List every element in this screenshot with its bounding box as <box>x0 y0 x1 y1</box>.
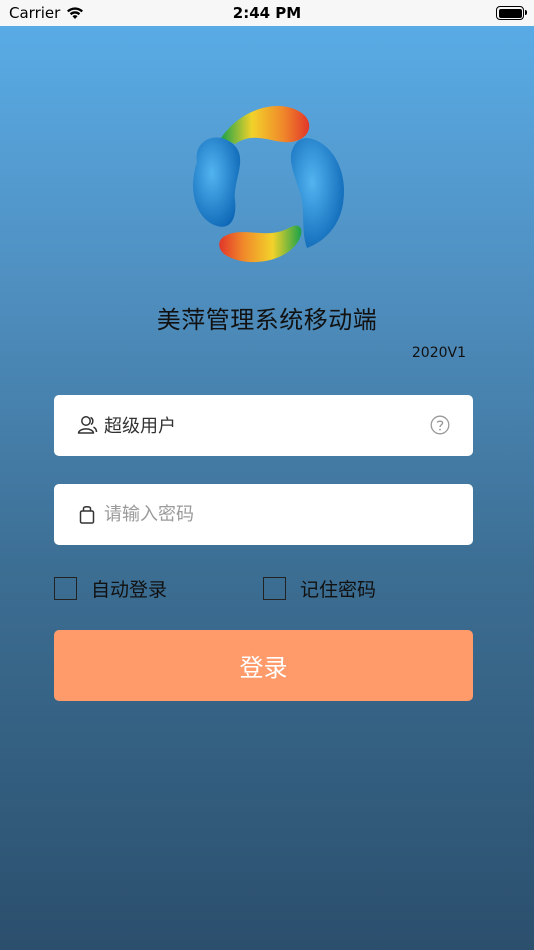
app-logo <box>193 106 345 263</box>
username-field[interactable] <box>54 395 473 456</box>
login-button[interactable]: 登录 <box>54 630 473 701</box>
lock-icon <box>79 506 95 524</box>
auto-login-checkbox[interactable] <box>54 577 77 600</box>
auto-login-option[interactable]: 自动登录 <box>54 575 167 602</box>
battery-level <box>498 8 522 18</box>
app-title: 美萍管理系统移动端 <box>156 306 378 334</box>
password-field[interactable] <box>54 484 473 545</box>
auto-login-label: 自动登录 <box>91 579 168 601</box>
user-icon <box>77 416 98 434</box>
remember-password-option[interactable]: 记住密码 <box>263 575 376 602</box>
password-input[interactable] <box>104 496 424 532</box>
app-version: 2020V1 <box>411 345 466 361</box>
username-input[interactable] <box>104 407 424 443</box>
battery-icon <box>496 6 527 20</box>
remember-password-checkbox[interactable] <box>263 577 286 600</box>
help-icon[interactable] <box>430 415 450 435</box>
remember-password-label: 记住密码 <box>300 579 377 601</box>
status-bar: Carrier 2:44 PM <box>0 0 534 26</box>
status-time: 2:44 PM <box>232 4 302 22</box>
